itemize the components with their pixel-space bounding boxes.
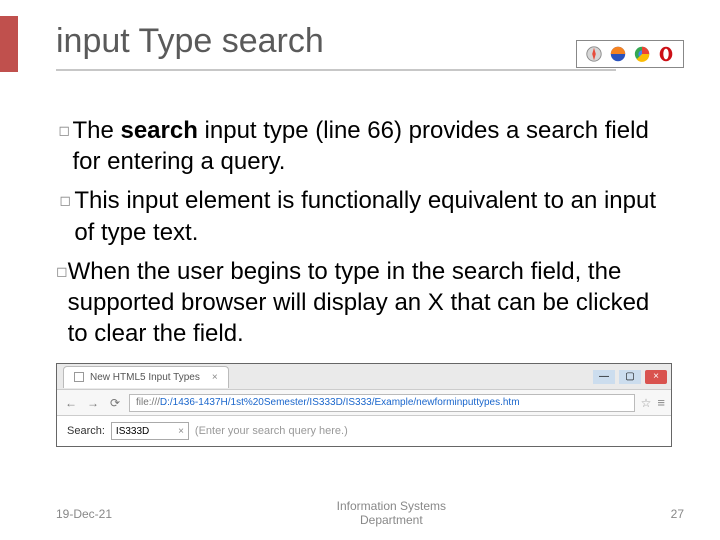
footer-page-number: 27 <box>671 507 684 521</box>
forward-button[interactable]: → <box>85 396 101 410</box>
page-content: Search: IS333D × (Enter your search quer… <box>57 416 671 446</box>
list-item: ◻ The search input type (line 66) provid… <box>56 115 668 177</box>
clear-search-icon[interactable]: × <box>178 426 184 437</box>
opera-icon <box>657 45 675 63</box>
safari-icon <box>585 45 603 63</box>
browser-tab[interactable]: New HTML5 Input Types × <box>63 366 229 388</box>
search-input-value: IS333D <box>116 426 149 437</box>
accent-bar <box>0 16 18 72</box>
bullet-list: ◻ The search input type (line 66) provid… <box>56 115 692 349</box>
tab-label: New HTML5 Input Types <box>90 372 200 383</box>
window-minimize-button[interactable]: — <box>593 370 615 384</box>
list-item: ◻ This input element is functionally equ… <box>56 185 668 247</box>
browser-support-badge <box>576 40 684 68</box>
address-bar-row: ← → ⟳ file:/// D:/1436-1437H/1st%20Semes… <box>57 390 671 416</box>
url-scheme: file:/// <box>136 397 160 408</box>
title-underline <box>56 69 616 71</box>
address-bar[interactable]: file:/// D:/1436-1437H/1st%20Semester/IS… <box>129 394 635 412</box>
slide-footer: 19-Dec-21 Information Systems Department… <box>56 500 684 528</box>
firefox-icon <box>609 45 627 63</box>
footer-dept-line1: Information Systems <box>337 499 446 513</box>
window-close-button[interactable]: × <box>645 370 667 384</box>
window-maximize-button[interactable]: ▢ <box>619 370 641 384</box>
bullet-icon: ◻ <box>56 185 74 215</box>
footer-department: Information Systems Department <box>112 500 671 528</box>
placeholder-hint: (Enter your search query here.) <box>195 425 348 437</box>
bullet-text: This input element is functionally equiv… <box>74 185 668 247</box>
search-input[interactable]: IS333D × <box>111 422 189 440</box>
list-item: ◻ When the user begins to type in the se… <box>56 256 668 350</box>
tab-close-icon[interactable]: × <box>212 372 218 383</box>
page-icon <box>74 372 84 382</box>
browser-screenshot: New HTML5 Input Types × — ▢ × ← → ⟳ file… <box>56 363 672 447</box>
footer-dept-line2: Department <box>360 513 423 527</box>
bullet-icon: ◻ <box>56 115 72 145</box>
titlebar: New HTML5 Input Types × — ▢ × <box>57 364 671 390</box>
bullet-text: The search input type (line 66) provides… <box>72 115 668 177</box>
bookmark-icon[interactable]: ☆ <box>641 396 652 410</box>
back-button[interactable]: ← <box>63 396 79 410</box>
reload-button[interactable]: ⟳ <box>107 396 123 410</box>
search-label: Search: <box>67 425 105 437</box>
window-controls: — ▢ × <box>593 370 671 384</box>
footer-date: 19-Dec-21 <box>56 507 112 521</box>
chrome-icon <box>633 45 651 63</box>
bullet-text: When the user begins to type in the sear… <box>68 256 668 350</box>
url-path: D:/1436-1437H/1st%20Semester/IS333D/IS33… <box>160 397 520 408</box>
hamburger-menu-icon[interactable]: ≡ <box>657 395 665 410</box>
bullet-icon: ◻ <box>56 256 68 286</box>
